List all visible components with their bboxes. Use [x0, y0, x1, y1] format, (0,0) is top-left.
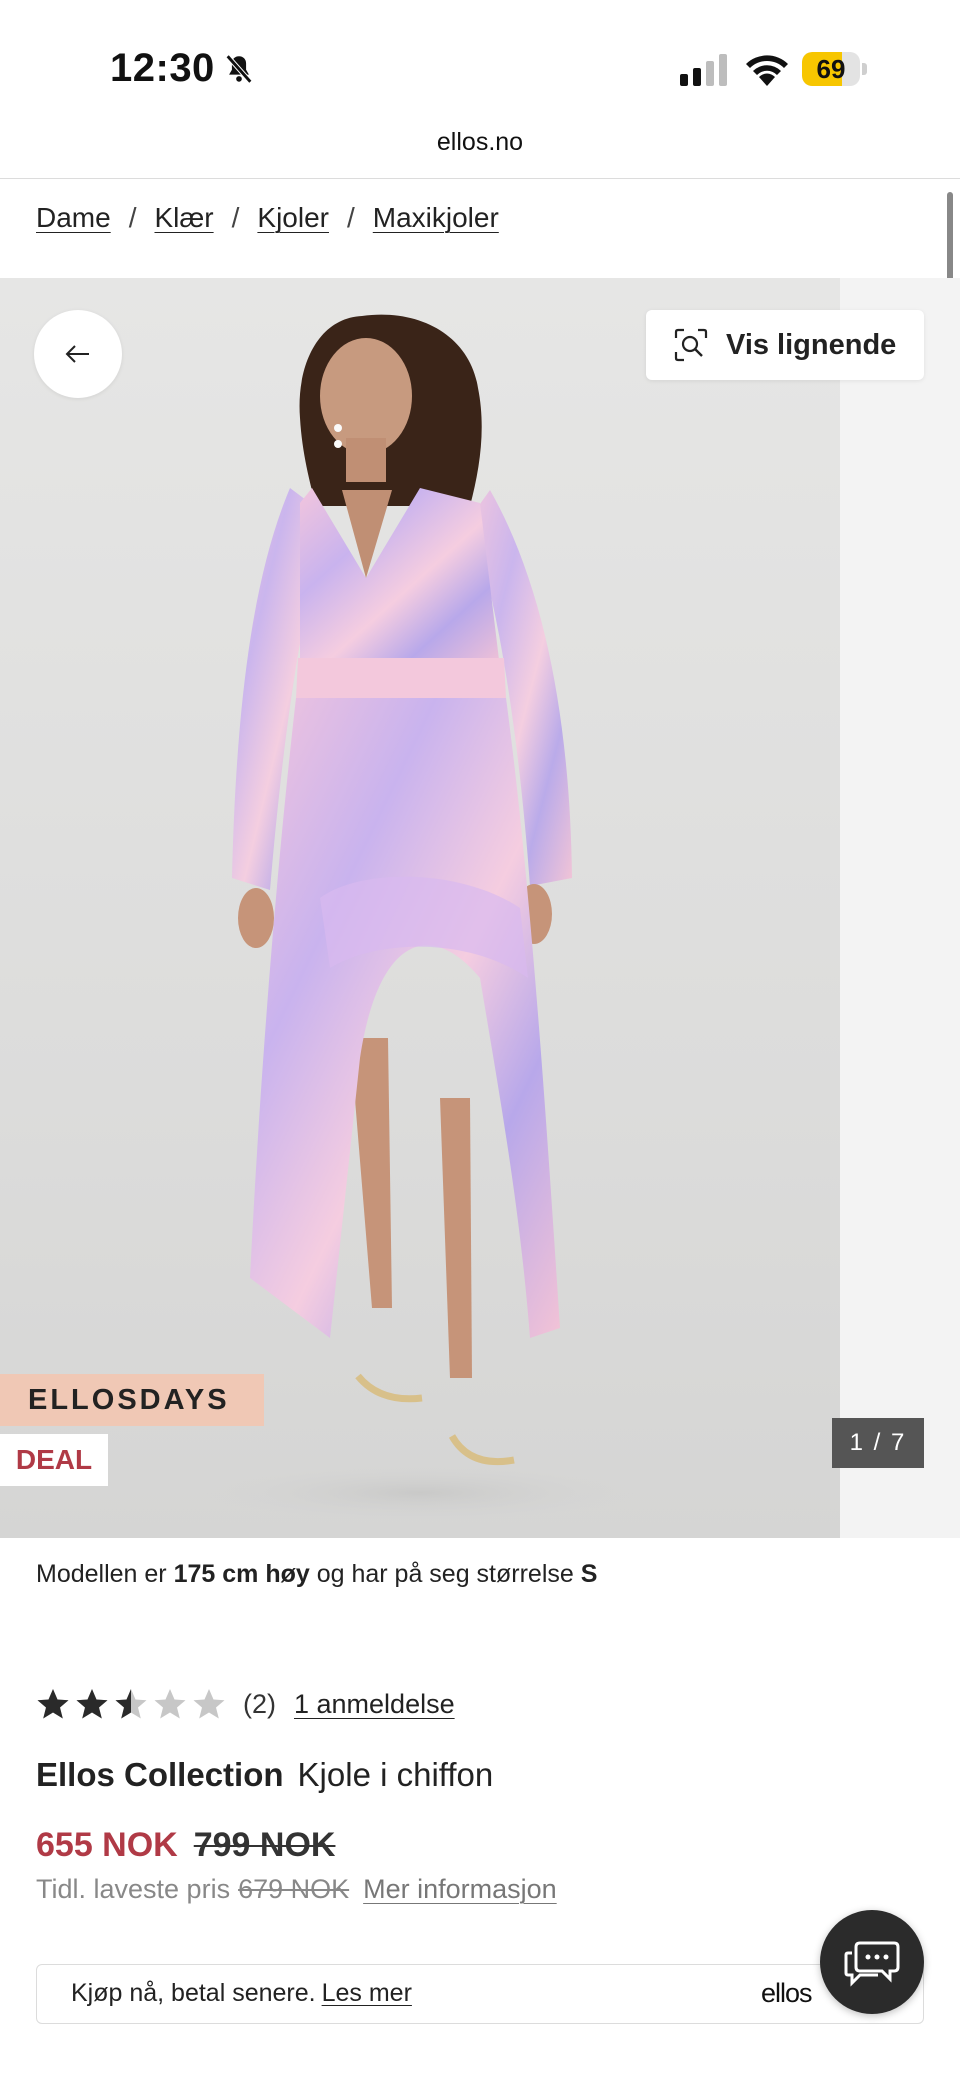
cellular-signal-icon	[680, 54, 727, 86]
breadcrumb-separator: /	[128, 202, 137, 233]
address-bar-url[interactable]: ellos.no	[0, 128, 960, 157]
original-price: 799 NOK	[193, 1826, 336, 1864]
product-gallery[interactable]: Vis lignende ELLOSDAYS DEAL 1 / 7	[0, 278, 960, 1538]
image-counter: 1 / 7	[832, 1418, 924, 1468]
deal-badge: DEAL	[0, 1434, 108, 1486]
star-icon	[76, 1689, 108, 1719]
lowest-price-row: Tidl. laveste pris 679 NOK Mer informasjon	[36, 1874, 557, 1905]
breadcrumb-kjoler[interactable]: Kjoler	[257, 202, 329, 234]
breadcrumb-separator: /	[346, 202, 355, 233]
model-size: S	[580, 1560, 598, 1588]
chat-button[interactable]	[820, 1910, 924, 2014]
breadcrumb-maxikjoler[interactable]: Maxikjoler	[373, 202, 499, 234]
breadcrumb-dame[interactable]: Dame	[36, 202, 111, 234]
model-info: Modellen er 175 cm høy og har på seg stø…	[36, 1560, 597, 1589]
lowest-price-value: 679 NOK	[238, 1874, 350, 1904]
show-similar-button[interactable]: Vis lignende	[646, 310, 924, 380]
model-height: 175 cm høy	[173, 1560, 310, 1588]
breadcrumb-klaer[interactable]: Klær	[154, 202, 213, 234]
arrow-left-icon	[65, 345, 89, 363]
battery-level: 69	[816, 54, 846, 84]
show-similar-label: Vis lignende	[726, 328, 897, 361]
breadcrumb: Dame / Klær / Kjoler / Maxikjoler	[36, 202, 499, 234]
bnpl-read-more-link[interactable]: Les mer	[322, 1979, 412, 2007]
star-rating[interactable]	[36, 1687, 231, 1721]
rating-row: (2) 1 anmeldelse	[36, 1684, 455, 1724]
rating-count: (2)	[243, 1688, 276, 1719]
bnpl-banner[interactable]: Kjøp nå, betal senere. Les mer ellos	[36, 1964, 924, 2024]
star-icon	[154, 1689, 186, 1719]
price-row: 655 NOK 799 NOK	[36, 1826, 335, 1865]
bell-slash-icon	[225, 54, 253, 84]
star-icon	[37, 1689, 69, 1719]
product-title: Ellos Collection Kjole i chiffon	[36, 1756, 493, 1794]
product-image[interactable]	[0, 278, 840, 1538]
reviews-link[interactable]: 1 anmeldelse	[294, 1689, 455, 1720]
lowest-price-label: Tidl. laveste pris	[36, 1874, 231, 1904]
product-photo-illustration	[200, 314, 640, 1523]
model-info-prefix: Modellen er	[36, 1560, 174, 1588]
bnpl-message: Kjøp nå, betal senere.	[71, 1979, 316, 2007]
status-time: 12:30	[110, 46, 215, 90]
battery-icon: 69	[802, 52, 868, 86]
bnpl-text: Kjøp nå, betal senere. Les mer	[71, 1979, 412, 2008]
product-brand[interactable]: Ellos Collection	[36, 1756, 284, 1793]
star-icon	[193, 1689, 225, 1719]
product-name: Kjole i chiffon	[297, 1756, 494, 1793]
breadcrumb-separator: /	[231, 202, 240, 233]
chat-bubbles-icon	[844, 1941, 900, 1987]
campaign-badge: ELLOSDAYS	[0, 1374, 264, 1426]
status-bar: 12:30 69 ellos.no	[0, 0, 960, 179]
wifi-icon	[746, 55, 788, 86]
more-info-link[interactable]: Mer informasjon	[363, 1874, 557, 1904]
divider	[0, 178, 960, 179]
model-info-middle: og har på seg størrelse	[309, 1560, 581, 1588]
back-button[interactable]	[34, 310, 122, 398]
current-price: 655 NOK	[36, 1826, 178, 1864]
star-icon	[115, 1689, 147, 1719]
ellos-logo: ellos	[761, 1978, 813, 2008]
visual-search-icon	[674, 328, 708, 362]
